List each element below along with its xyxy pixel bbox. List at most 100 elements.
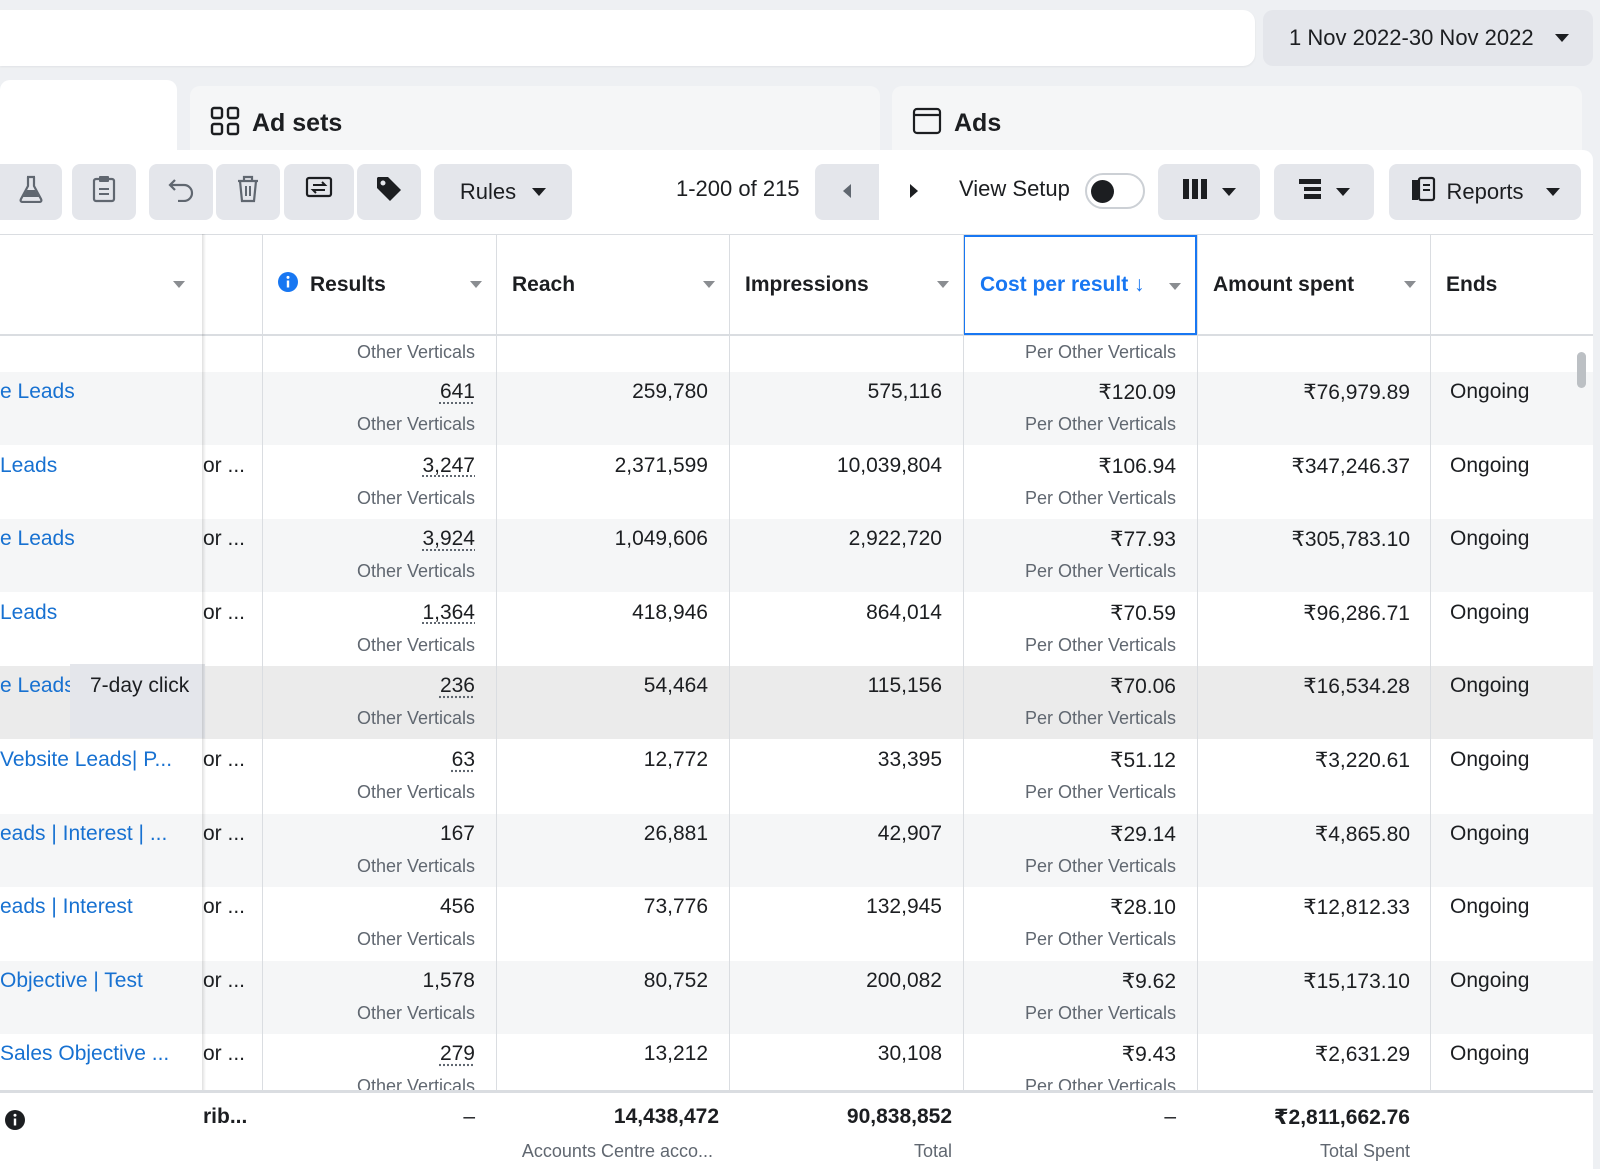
info-icon[interactable] [4,1109,26,1136]
results-sub: Other Verticals [356,561,475,582]
total-reach: 14,438,472 [613,1105,719,1128]
tab-ad-sets[interactable]: Ad sets [190,86,880,160]
ends-value: Ongoing [1450,1042,1530,1066]
total-amount-spent-sub: Total Spent [1319,1141,1410,1161]
results-value: 167 [439,821,475,845]
undo-icon [167,176,195,208]
campaign-name-link[interactable]: eads | Interest [0,895,133,919]
reports-dropdown[interactable]: Reports [1389,164,1581,220]
header-results-label: Results [310,273,386,296]
ab-test-button[interactable] [284,164,354,220]
header-impressions-label: Impressions [745,273,869,296]
caret-down-icon [1336,188,1350,196]
campaign-name-link[interactable]: Leads [0,601,57,625]
previous-page-button[interactable] [815,164,879,220]
tag-button[interactable] [357,164,421,220]
cost-per-result-sub: Per Other Verticals [1024,782,1176,802]
campaign-name-link[interactable]: Vebsite Leads| P... [0,748,172,772]
table-row[interactable]: eads | Interest | ... or ... 167 Other Vert… [0,813,1593,887]
ends-value: Ongoing [1450,821,1530,845]
attribution-setting: or ... [203,821,246,845]
results-value: 236 [439,674,475,698]
header-ends-label: Ends [1446,273,1498,296]
header-amount-spent[interactable]: Amount spent [1197,235,1430,335]
campaign-name-link[interactable]: Sales Objective ... [0,1042,169,1066]
cost-per-result-value: ₹9.62 [1121,969,1176,993]
view-setup-toggle[interactable] [1085,173,1145,209]
copy-button[interactable] [72,164,136,220]
attribution-setting: or ... [203,1042,246,1066]
amount-spent-value: ₹96,286.71 [1303,601,1410,625]
table-row[interactable]: Vebsite Leads| P... or ... 63 Other Vertica… [0,740,1593,813]
grid-icon [210,106,240,141]
search-bar[interactable] [0,10,1255,66]
caret-down-icon [703,281,715,288]
reports-label: Reports [1446,179,1524,204]
ends-value: Ongoing [1450,600,1530,624]
next-page-button[interactable] [882,164,946,220]
table-row[interactable]: e Leads 641 Other Verticals 259,780 575,116 ₹… [0,372,1593,445]
amount-spent-value: ₹4,865.80 [1314,822,1410,846]
campaign-name-link[interactable]: Leads [0,454,57,478]
tag-icon [375,175,403,209]
campaign-name-link[interactable]: e Leads [0,674,75,698]
results-value: 641 [439,380,475,403]
table-row[interactable]: Leads or ... 3,247 Other Verticals 2,371,599… [0,446,1593,519]
date-range-picker[interactable]: 1 Nov 2022-30 Nov 2022 [1263,10,1593,66]
table-row[interactable]: e Leads or ... 3,924 Other Verticals 1,049,6… [0,519,1593,593]
results-sub: Other Verticals [356,342,475,362]
tab-campaigns[interactable] [0,80,177,160]
cost-per-result-sub: Per Other Verticals [1024,855,1176,876]
impressions-value: 115,156 [867,674,942,698]
caret-down-icon [937,281,949,288]
attribution-setting: or ... [203,895,246,919]
breakdown-dropdown[interactable] [1274,164,1374,220]
table-header: Results Reach Impressions Cost per resul… [0,234,1593,336]
table-row[interactable]: eads | Interest or ... 456 Other Verticals 7… [0,887,1593,960]
rules-label: Rules [459,179,517,204]
header-reach[interactable]: Reach [496,235,729,335]
impressions-value: 864,014 [866,600,942,624]
cost-per-result-sub: Per Other Verticals [1024,487,1176,508]
compare-icon [304,175,334,209]
campaign-name-link[interactable]: e Leads [0,527,75,551]
undo-button[interactable] [149,164,213,220]
campaign-name-link[interactable]: e Leads [0,380,75,404]
vertical-scrollbar[interactable] [1577,352,1586,388]
test-button[interactable] [0,164,62,220]
cost-sub: Per Other Verticals [1024,342,1176,362]
header-cost-per-result[interactable]: Cost per result ↓ [963,235,1197,335]
results-sub: Other Verticals [356,414,475,434]
amount-spent-value: ₹2,631.29 [1314,1043,1410,1067]
header-impressions[interactable]: Impressions [729,235,963,335]
columns-dropdown[interactable] [1158,164,1260,220]
campaign-name-link[interactable]: Objective | Test [0,969,143,993]
impressions-value: 132,945 [866,895,942,919]
delete-button[interactable] [216,164,280,220]
cost-per-result-value: ₹28.10 [1110,896,1176,920]
table-row[interactable]: Leads or ... 1,364 Other Verticals 418,946 86… [0,593,1593,666]
frozen-column-edge [202,234,206,1169]
header-ends[interactable]: Ends [1430,235,1593,335]
campaign-name-link[interactable]: eads | Interest | ... [0,822,167,846]
cost-per-result-sub: Per Other Verticals [1024,708,1176,729]
tab-ad-sets-label: Ad sets [252,108,343,137]
header-results[interactable]: Results [262,235,496,335]
reach-value: 12,772 [643,748,708,771]
info-icon [278,272,298,298]
reach-value: 54,464 [643,674,708,698]
cost-per-result-value: ₹51.12 [1110,749,1176,772]
pagination-text: 1-200 of 215 [676,176,800,201]
cost-per-result-value: ₹120.09 [1098,381,1176,404]
table-row[interactable]: Objective | Test or ... 1,578 Other Vertica… [0,960,1593,1034]
tab-ads[interactable]: Ads [892,86,1582,160]
rules-dropdown[interactable]: Rules [434,164,572,220]
table-row[interactable]: e Leads 236 Other Verticals 54,464 115,156 ₹7… [0,666,1593,740]
cost-per-result-sub: Per Other Verticals [1024,1002,1176,1023]
impressions-value: 42,907 [877,821,942,845]
attribution-setting: or ... [203,968,246,992]
amount-spent-value: ₹347,246.37 [1291,454,1410,478]
ends-value: Ongoing [1450,748,1530,771]
header-name[interactable] [0,235,203,335]
header-attribution[interactable] [203,235,262,335]
